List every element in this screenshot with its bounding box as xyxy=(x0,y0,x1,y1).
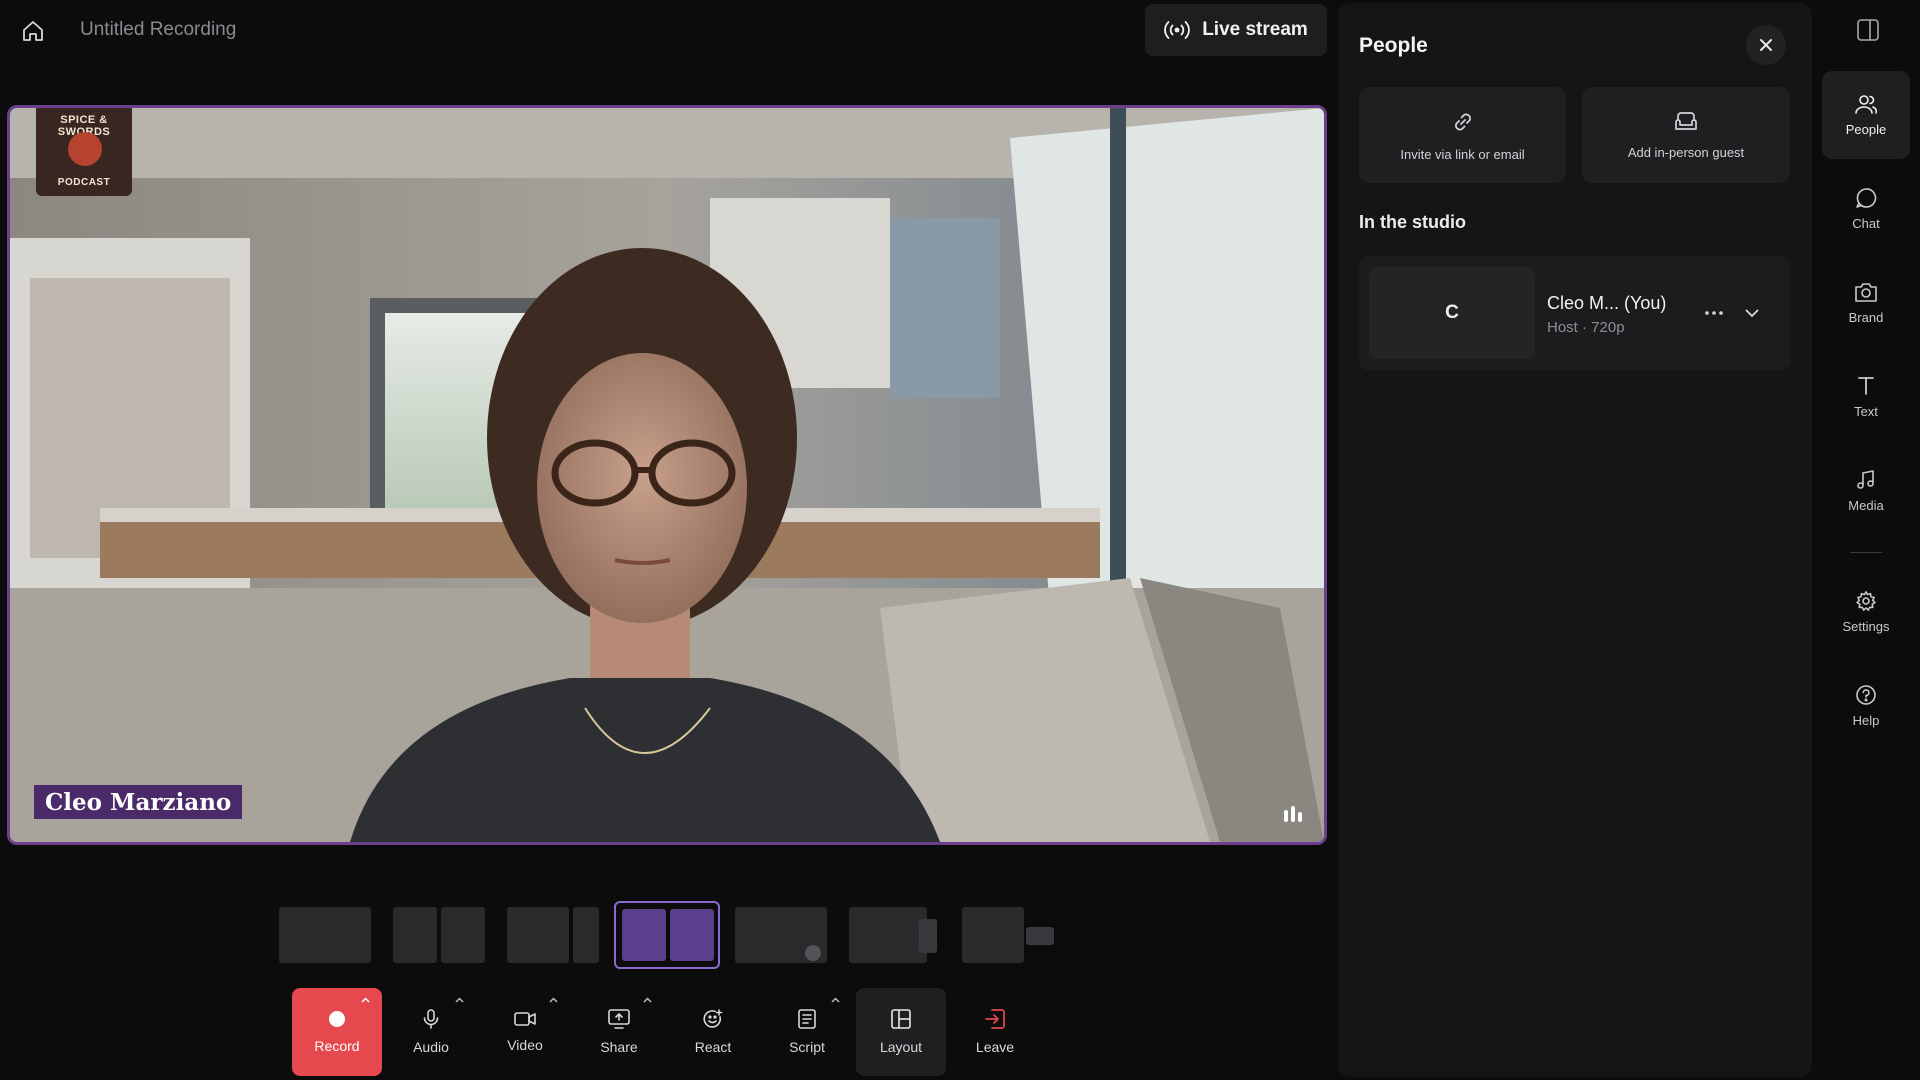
participant-name: Cleo M... (You) xyxy=(1547,293,1667,313)
rail-item-people[interactable]: People xyxy=(1822,71,1910,159)
link-icon xyxy=(1454,113,1471,130)
audio-level-icon xyxy=(1284,806,1302,822)
chat-icon xyxy=(1856,187,1877,208)
layout-icon xyxy=(891,1009,911,1029)
rail-item-brand[interactable]: Brand xyxy=(1822,259,1910,347)
share-label: Share xyxy=(600,1039,638,1055)
camera-icon xyxy=(514,1012,536,1026)
video-stage[interactable]: SPICE & SWORDS PODCAST Cleo Marziano xyxy=(7,105,1327,845)
microphone-icon xyxy=(423,1009,439,1029)
script-button[interactable]: Script xyxy=(762,988,852,1076)
in-studio-heading: In the studio xyxy=(1359,212,1466,232)
video-options-caret-icon[interactable] xyxy=(549,997,558,1006)
record-icon xyxy=(329,1011,345,1027)
leave-button[interactable]: Leave xyxy=(950,988,1040,1076)
leave-label: Leave xyxy=(975,1039,1015,1055)
rail-item-media[interactable]: Media xyxy=(1822,447,1910,535)
live-stream-label: Live stream xyxy=(1202,19,1308,40)
rail-label-media: Media xyxy=(1848,497,1884,513)
people-icon xyxy=(1855,94,1878,114)
home-icon xyxy=(23,21,43,41)
rail-item-help[interactable]: Help xyxy=(1822,662,1910,750)
audio-label: Audio xyxy=(413,1039,449,1055)
script-label: Script xyxy=(789,1039,825,1055)
people-panel: People Invite via link or email Add in-p… xyxy=(1338,3,1812,1077)
broadcast-icon xyxy=(1164,21,1190,39)
text-icon xyxy=(1858,376,1874,395)
rail-item-chat[interactable]: Chat xyxy=(1822,165,1910,253)
video-button[interactable]: Video xyxy=(480,988,570,1076)
layout-picture-in-picture[interactable] xyxy=(735,905,827,965)
invite-button[interactable]: Invite via link or email xyxy=(1359,87,1566,183)
recording-title[interactable]: Untitled Recording xyxy=(80,19,236,41)
leave-icon xyxy=(985,1009,1005,1029)
record-label: Record xyxy=(314,1038,360,1054)
layout-side-by-side[interactable] xyxy=(614,901,720,969)
toggle-sidebar-button[interactable] xyxy=(1853,15,1883,45)
panel-title: People xyxy=(1359,34,1428,57)
layout-sidebar[interactable] xyxy=(849,905,941,965)
help-icon xyxy=(1856,684,1876,705)
rail-label-help: Help xyxy=(1852,712,1880,728)
video-label: Video xyxy=(507,1037,543,1053)
sidebar-toggle-icon xyxy=(1857,19,1879,41)
layout-label: Layout xyxy=(879,1039,923,1055)
studio-app: Untitled Recording Live stream SPICE & P… xyxy=(0,0,1920,1080)
layout-split-equal[interactable] xyxy=(393,905,485,965)
layout-solo[interactable] xyxy=(279,905,371,965)
close-panel-button[interactable] xyxy=(1746,25,1786,65)
speaker-name-tag: Cleo Marziano xyxy=(34,785,243,819)
logo-subtitle: PODCAST xyxy=(57,177,111,188)
participant-meta: Host · 720p xyxy=(1547,319,1625,336)
add-guest-label: Add in-person guest xyxy=(1627,144,1745,160)
audio-options-caret-icon[interactable] xyxy=(455,997,464,1006)
add-guest-button[interactable]: Add in-person guest xyxy=(1582,87,1790,183)
rail-item-settings[interactable]: Settings xyxy=(1822,568,1910,656)
invite-label: Invite via link or email xyxy=(1400,146,1525,162)
participant-expand-button[interactable] xyxy=(1737,298,1767,328)
close-icon xyxy=(1760,39,1772,51)
home-button[interactable] xyxy=(16,14,50,48)
script-icon xyxy=(798,1009,816,1029)
record-options-caret-icon[interactable] xyxy=(361,997,370,1006)
rail-label-settings: Settings xyxy=(1842,618,1890,634)
brand-icon xyxy=(1855,282,1877,302)
gear-icon xyxy=(1855,589,1877,611)
script-options-caret-icon[interactable] xyxy=(831,997,840,1006)
sofa-icon xyxy=(1675,111,1697,130)
rail-label-people: People xyxy=(1845,121,1887,137)
react-label: React xyxy=(694,1039,732,1055)
live-stream-button[interactable]: Live stream xyxy=(1145,4,1327,56)
rail-item-text[interactable]: Text xyxy=(1822,353,1910,441)
layout-split-wide[interactable] xyxy=(507,905,599,965)
layout-button[interactable]: Layout xyxy=(856,988,946,1076)
rail-divider xyxy=(1850,552,1882,553)
podcast-logo: SPICE & SWORDS PODCAST xyxy=(36,108,132,196)
logo-emblem xyxy=(68,132,102,166)
participant-more-button[interactable] xyxy=(1699,298,1729,328)
share-options-caret-icon[interactable] xyxy=(643,997,652,1006)
participant-card[interactable]: C Cleo M... (You) Host · 720p xyxy=(1359,256,1791,370)
record-button[interactable]: Record xyxy=(292,988,382,1076)
share-button[interactable]: Share xyxy=(574,988,664,1076)
rail-label-text: Text xyxy=(1854,403,1878,419)
more-icon xyxy=(1705,311,1723,315)
right-rail: People Chat Brand Text Media Settings He… xyxy=(1818,0,1920,1080)
music-note-icon xyxy=(1857,469,1874,489)
rail-label-brand: Brand xyxy=(1848,309,1884,325)
layout-content-focus[interactable] xyxy=(962,905,1054,965)
share-screen-icon xyxy=(608,1009,630,1029)
rail-label-chat: Chat xyxy=(1852,215,1880,231)
participant-avatar: C xyxy=(1369,267,1535,359)
react-button[interactable]: React xyxy=(668,988,758,1076)
audio-button[interactable]: Audio xyxy=(386,988,476,1076)
camera-feed xyxy=(10,108,1324,842)
emoji-icon xyxy=(703,1009,723,1028)
chevron-down-icon xyxy=(1745,309,1759,317)
header: Untitled Recording Live stream xyxy=(0,0,1335,64)
